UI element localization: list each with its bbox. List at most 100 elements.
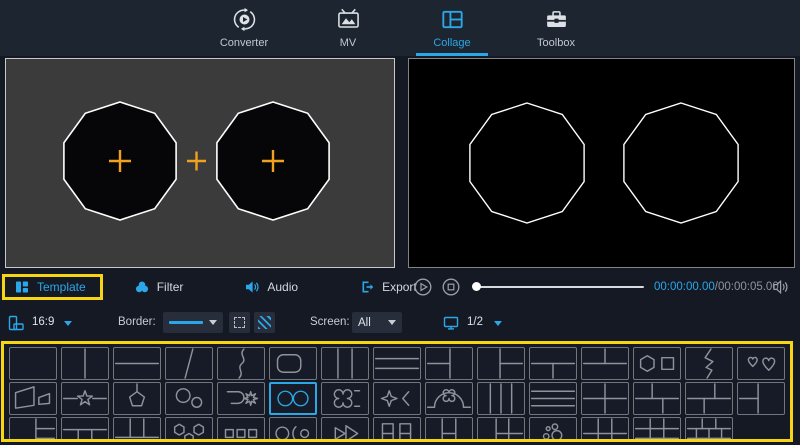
current-time: 00:00:00.00 xyxy=(654,281,715,293)
nav-label-collage: Collage xyxy=(433,37,470,49)
collage-editor-canvas xyxy=(5,58,395,268)
template-thumbnail-three-columns[interactable] xyxy=(321,347,369,380)
border-dropdown-caret xyxy=(209,320,217,325)
aspect-ratio-dropdown-caret[interactable] xyxy=(64,321,72,326)
nav-item-toolbox[interactable]: Toolbox xyxy=(520,0,592,56)
volume-icon xyxy=(772,278,790,296)
template-thumbnail-two-circles[interactable] xyxy=(269,382,317,415)
volume-button[interactable] xyxy=(772,278,790,296)
template-thumbnail-pentagon-split[interactable] xyxy=(113,382,161,415)
template-thumbnail-two-circles-offset[interactable] xyxy=(165,382,213,415)
tab-audio[interactable]: Audio xyxy=(235,275,308,299)
template-thumbnail-single[interactable] xyxy=(9,347,57,380)
template-thumbnail-top-pane-bottom-split[interactable] xyxy=(529,347,577,380)
template-thumbnail-two-triangles[interactable] xyxy=(321,417,369,442)
screen-dropdown-caret xyxy=(388,320,396,325)
mv-icon xyxy=(336,7,361,32)
template-thumbnail-pane-right-grid[interactable] xyxy=(477,417,525,442)
template-thumbnail-top-split-bottom-pane[interactable] xyxy=(581,347,629,380)
template-thumbnail-two-hearts[interactable] xyxy=(737,347,785,380)
template-row xyxy=(9,417,790,442)
template-thumbnail-three-squares[interactable] xyxy=(217,417,265,442)
template-thumbnail-three-hexagons[interactable] xyxy=(165,417,213,442)
screen-dropdown-value: All xyxy=(358,317,371,329)
template-thumbnail-grid-2x3[interactable] xyxy=(581,417,629,442)
template-icon xyxy=(15,280,29,294)
screen-dropdown[interactable]: All xyxy=(352,312,402,333)
hatch-icon xyxy=(258,316,271,329)
player-controls: 00:00:00.00/00:00:05.00 xyxy=(408,271,800,303)
nav-item-collage[interactable]: Collage xyxy=(416,0,488,56)
border-dashed-button[interactable] xyxy=(229,312,250,333)
template-thumbnail-grid-offset-a[interactable] xyxy=(633,382,681,415)
stop-button[interactable] xyxy=(442,278,460,296)
template-thumbnail-rounded-gear[interactable] xyxy=(217,382,265,415)
template-thumbnail-grid-2x2[interactable] xyxy=(581,382,629,415)
tab-filter[interactable]: Filter xyxy=(125,275,194,299)
dashed-square-icon xyxy=(234,317,245,328)
nav-item-converter[interactable]: Converter xyxy=(208,0,280,56)
nav-item-mv[interactable]: MV xyxy=(312,0,384,56)
seek-slider[interactable] xyxy=(474,286,644,288)
template-thumbnail-top-pane-three-columns[interactable] xyxy=(61,417,109,442)
template-thumbnail-left-pane-right-split[interactable] xyxy=(477,347,525,380)
template-thumbnail-two-split-columns[interactable] xyxy=(373,417,421,442)
aspect-ratio-value[interactable]: 16:9 xyxy=(32,316,54,328)
top-navigation: Converter MV Collage Toolbox xyxy=(0,0,800,56)
template-row xyxy=(9,347,790,380)
template-thumbnail-grid-3x3[interactable] xyxy=(633,417,681,442)
template-thumbnail-grid-offset-b[interactable] xyxy=(685,382,733,415)
aspect-ratio-icon xyxy=(8,315,24,331)
converter-icon xyxy=(232,7,257,32)
active-tab-underline xyxy=(416,53,488,56)
template-thumbnail-cross-bracket[interactable] xyxy=(373,382,421,415)
template-toolbar: 16:9 Border: Screen: All 1/2 xyxy=(0,304,800,341)
page-dropdown-caret[interactable] xyxy=(494,321,502,326)
nav-label-toolbox: Toolbox xyxy=(537,37,575,49)
template-thumbnail-three-columns-bottom-pane[interactable] xyxy=(113,417,161,442)
preview-panel xyxy=(408,58,795,268)
tab-label-filter: Filter xyxy=(157,280,184,294)
template-thumbnail-zigzag-split[interactable] xyxy=(685,347,733,380)
template-thumbnail-four-rows[interactable] xyxy=(529,382,577,415)
editor-tabbar: Template Filter Audio Export xyxy=(0,271,400,303)
template-thumbnail-diagonal-split[interactable] xyxy=(165,347,213,380)
template-thumbnail-two-trapezoids[interactable] xyxy=(9,382,57,415)
preview-cell-2 xyxy=(624,103,738,223)
template-thumbnail-three-rows[interactable] xyxy=(373,347,421,380)
audio-icon xyxy=(245,280,259,294)
template-thumbnail-rounded-inset[interactable] xyxy=(269,347,317,380)
template-thumbnail-hexagon-square[interactable] xyxy=(633,347,681,380)
template-thumbnail-left-split-right-pane[interactable] xyxy=(425,347,473,380)
template-thumbnail-circle-lens-dot[interactable] xyxy=(269,417,317,442)
template-thumbnail-center-grid[interactable] xyxy=(425,417,473,442)
template-thumbnail-grid-brick[interactable] xyxy=(685,417,733,442)
tab-template[interactable]: Template xyxy=(2,274,103,300)
template-thumbnail-dome-clover[interactable] xyxy=(425,382,473,415)
template-thumbnail-left-split-right-big[interactable] xyxy=(737,382,785,415)
filter-icon xyxy=(135,280,149,294)
template-thumbnail-two-columns[interactable] xyxy=(61,347,109,380)
play-icon xyxy=(414,278,432,296)
seek-slider-knob[interactable] xyxy=(472,282,481,291)
export-icon xyxy=(360,280,374,294)
template-grid xyxy=(1,341,793,442)
nav-label-mv: MV xyxy=(340,37,357,49)
play-button[interactable] xyxy=(414,278,432,296)
stop-icon xyxy=(442,278,460,296)
template-thumbnail-bubbles[interactable] xyxy=(529,417,577,442)
nav-label-converter: Converter xyxy=(220,37,268,49)
screen-label: Screen: xyxy=(310,316,350,328)
template-thumbnail-clover-split[interactable] xyxy=(321,382,369,415)
preview-cell-1 xyxy=(470,103,584,223)
border-style-dropdown[interactable] xyxy=(163,312,223,333)
template-thumbnail-curve-split[interactable] xyxy=(217,347,265,380)
center-crosshair-icon xyxy=(187,152,206,171)
template-thumbnail-four-columns[interactable] xyxy=(477,382,525,415)
toolbox-icon xyxy=(544,7,569,32)
template-thumbnail-two-rows[interactable] xyxy=(113,347,161,380)
template-thumbnail-pane-right-three-rows[interactable] xyxy=(9,417,57,442)
tab-label-audio: Audio xyxy=(267,280,298,294)
template-thumbnail-star-split[interactable] xyxy=(61,382,109,415)
border-hatch-button[interactable] xyxy=(254,312,275,333)
